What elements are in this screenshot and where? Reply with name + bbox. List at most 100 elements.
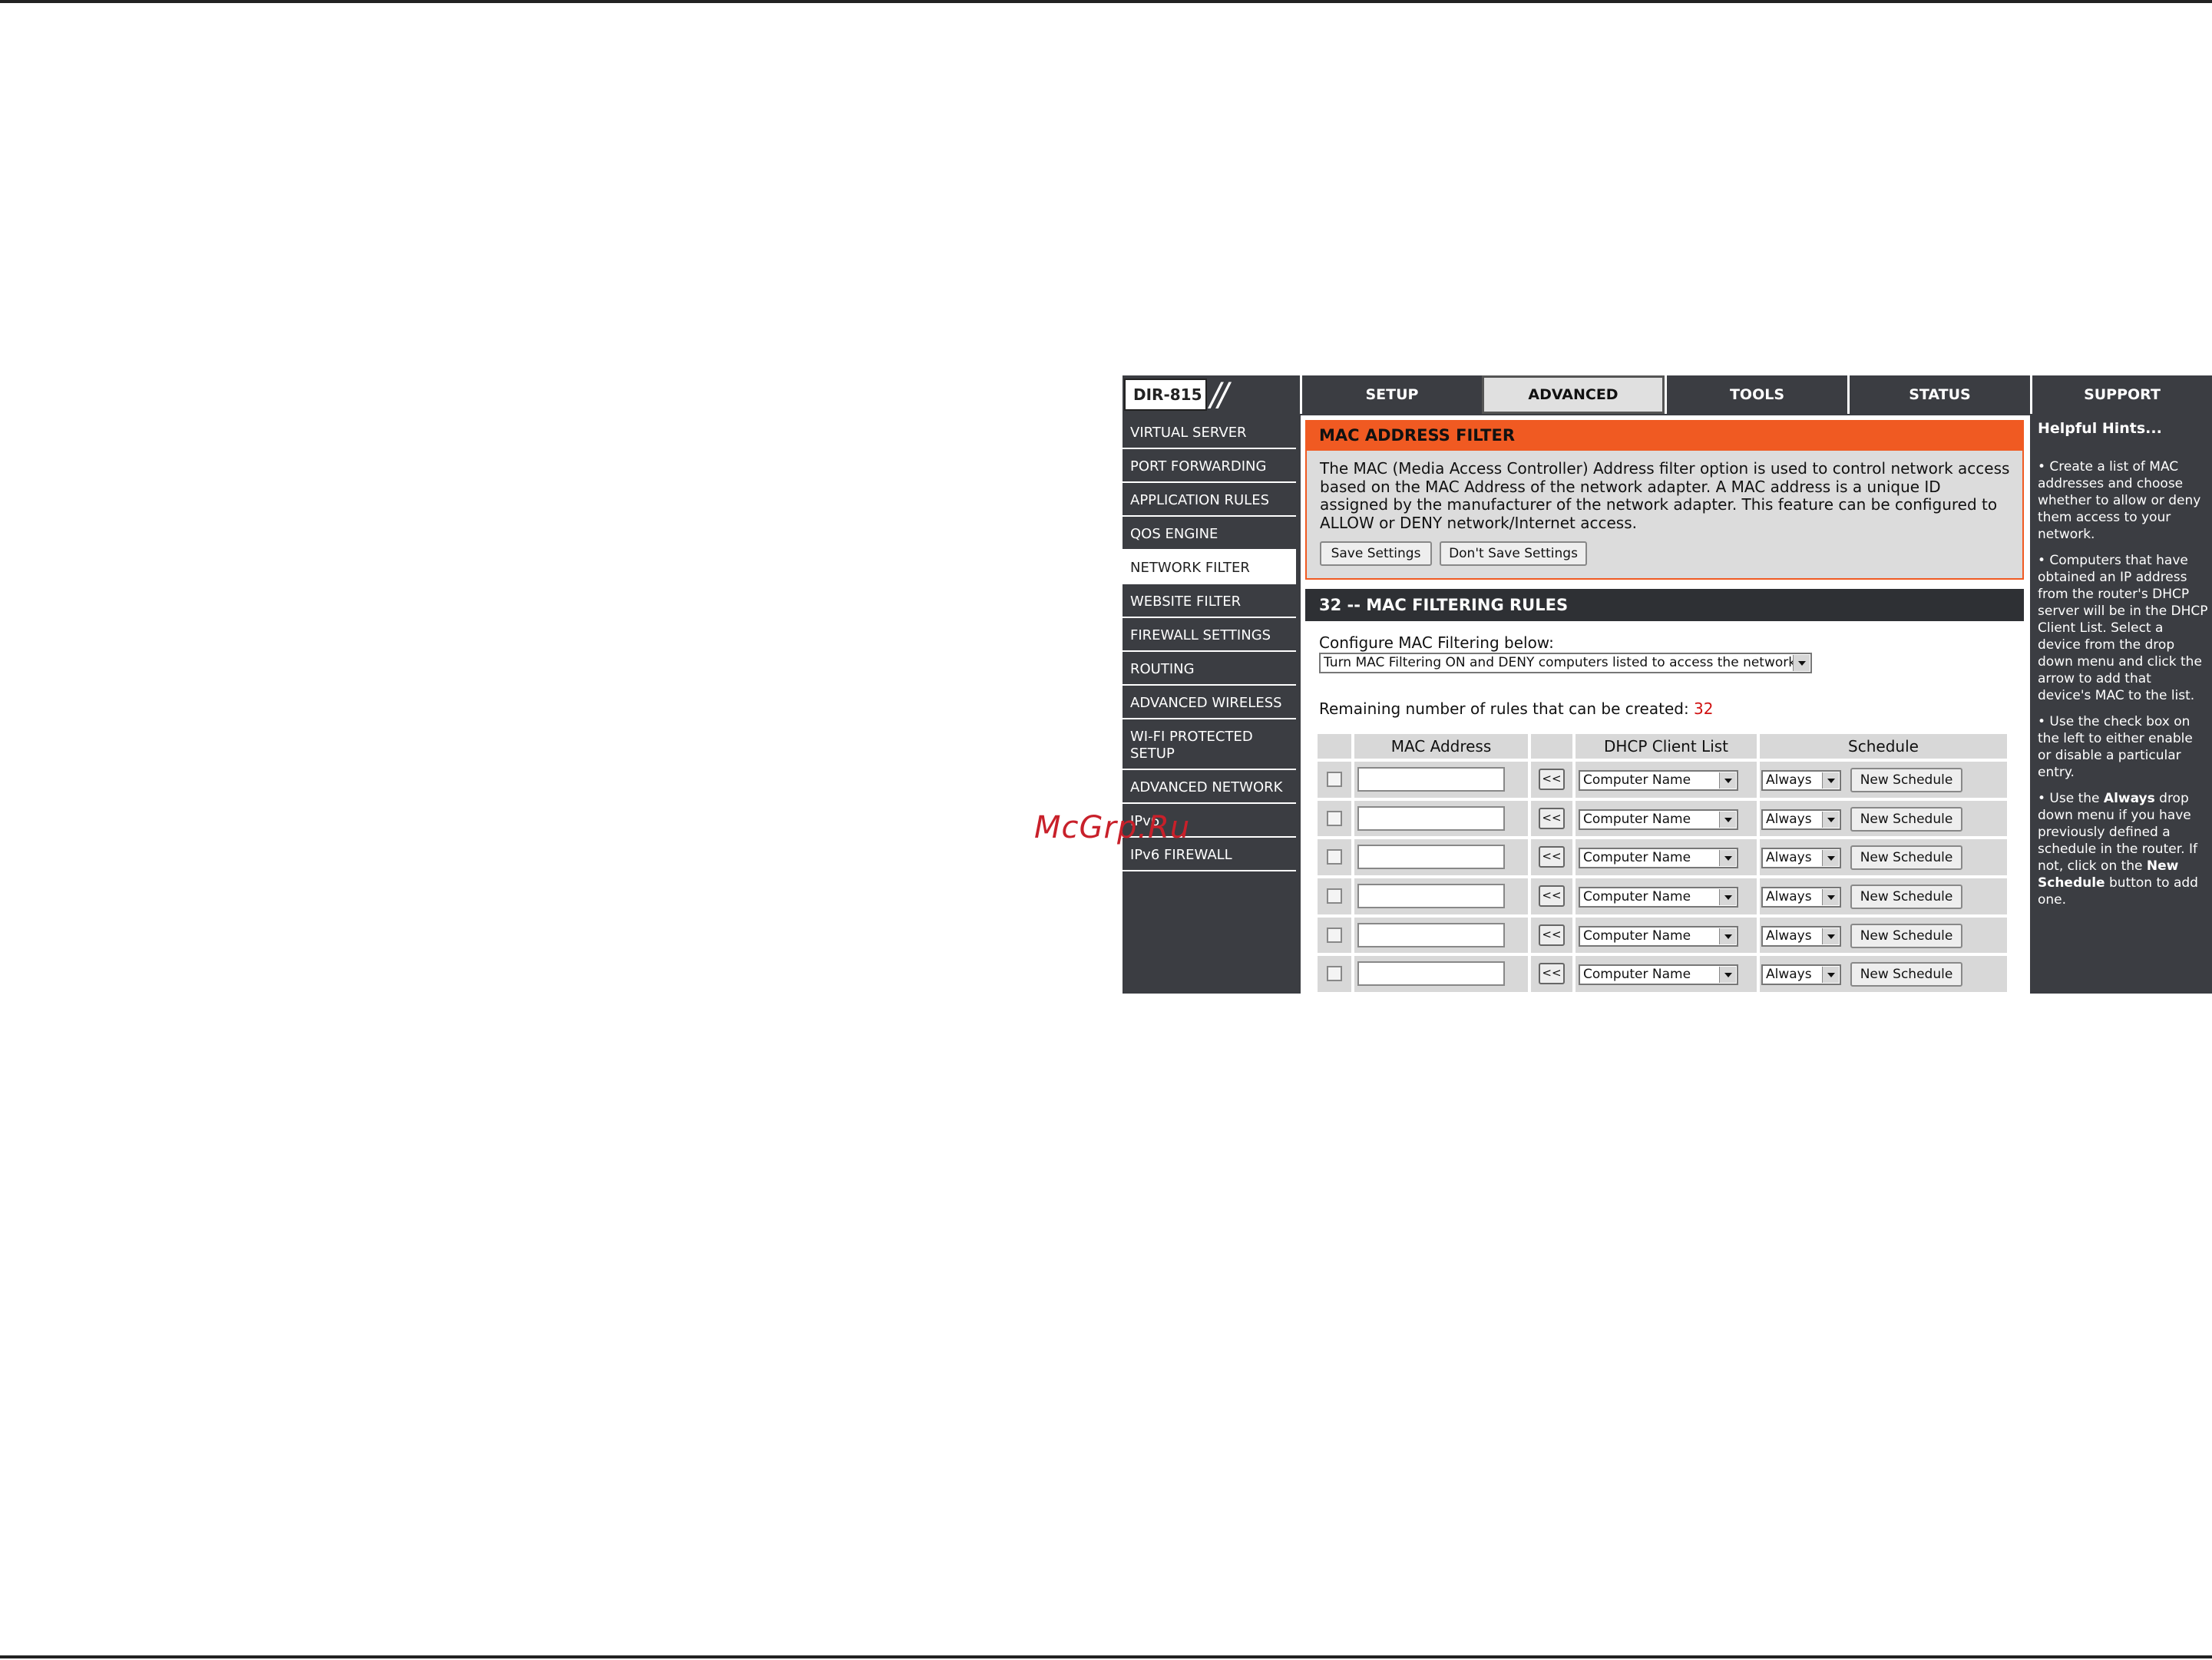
sidebar-item-routing[interactable]: ROUTING [1123, 652, 1296, 686]
enable-checkbox[interactable] [1327, 772, 1342, 787]
schedule-select[interactable]: Always [1761, 925, 1841, 947]
enable-checkbox[interactable] [1327, 927, 1342, 943]
new-schedule-button[interactable]: New Schedule [1850, 768, 1962, 792]
computer-name-select[interactable]: Computer Name [1579, 809, 1738, 830]
remaining-count: 32 [1694, 699, 1714, 718]
schedule-select[interactable]: Always [1761, 964, 1841, 986]
tab-support[interactable]: SUPPORT [2030, 375, 2212, 414]
hint-item: • Use the check box on the left to eithe… [2038, 714, 2193, 780]
dhcp-cell: Computer Name [1576, 800, 1757, 837]
sidebar: VIRTUAL SERVER PORT FORWARDING APPLICATI… [1123, 415, 1298, 994]
arrow-cell: << [1531, 956, 1572, 993]
tab-setup[interactable]: SETUP [1300, 375, 1482, 414]
mac-cell [1354, 762, 1528, 798]
model-logo: DIR-815 // [1124, 379, 1298, 411]
mac-cell [1354, 839, 1528, 876]
add-mac-arrow-button[interactable]: << [1539, 769, 1565, 790]
chevron-down-icon [1719, 811, 1736, 828]
sidebar-item-port-forwarding[interactable]: PORT FORWARDING [1123, 449, 1296, 483]
tab-advanced[interactable]: ADVANCED [1482, 375, 1665, 414]
mac-filter-mode-select[interactable]: Turn MAC Filtering ON and DENY computers… [1319, 653, 1812, 673]
check-cell [1318, 878, 1351, 914]
schedule-select[interactable]: Always [1761, 809, 1841, 830]
computer-name-value: Computer Name [1583, 889, 1691, 905]
sidebar-item-advanced-network[interactable]: ADVANCED NETWORK [1123, 770, 1296, 804]
save-settings-button[interactable]: Save Settings [1320, 541, 1432, 566]
enable-checkbox[interactable] [1327, 966, 1342, 982]
mac-address-input[interactable] [1357, 922, 1505, 947]
sidebar-item-virtual-server[interactable]: VIRTUAL SERVER [1123, 415, 1296, 449]
check-cell [1318, 800, 1351, 837]
enable-checkbox[interactable] [1327, 849, 1342, 865]
schedule-select[interactable]: Always [1761, 848, 1841, 869]
sidebar-item-application-rules[interactable]: APPLICATION RULES [1123, 483, 1296, 517]
router-ui: DIR-815 // SETUP ADVANCED TOOLS STATUS S… [1123, 375, 2212, 994]
schedule-select[interactable]: Always [1761, 887, 1841, 908]
add-mac-arrow-button[interactable]: << [1539, 846, 1565, 868]
table-row: << Computer Name Always New Schedule [1318, 760, 2007, 799]
header-arrow-cell [1531, 734, 1572, 759]
mac-address-input[interactable] [1357, 961, 1505, 987]
sidebar-item-website-filter[interactable]: WEBSITE FILTER [1123, 584, 1296, 618]
table-row: << Computer Name Always New Schedule [1318, 916, 2007, 955]
chevron-down-icon [1822, 850, 1839, 867]
new-schedule-button[interactable]: New Schedule [1850, 885, 1962, 910]
page-bottom-rule [0, 1655, 2212, 1658]
mac-address-input[interactable] [1357, 884, 1505, 909]
chevron-down-icon [1822, 967, 1839, 984]
new-schedule-button[interactable]: New Schedule [1850, 806, 1962, 832]
mac-address-input[interactable] [1357, 767, 1505, 792]
add-mac-arrow-button[interactable]: << [1539, 924, 1565, 946]
mac-filter-description: The MAC (Media Access Controller) Addres… [1320, 459, 2010, 532]
mac-address-input[interactable] [1357, 805, 1505, 831]
hint-bold: Always [2103, 791, 2155, 806]
table-row: << Computer Name Always New Schedule [1318, 838, 2007, 877]
computer-name-select[interactable]: Computer Name [1579, 925, 1738, 947]
configure-label: Configure MAC Filtering below: [1319, 633, 1554, 652]
computer-name-value: Computer Name [1583, 928, 1691, 944]
computer-name-select[interactable]: Computer Name [1579, 770, 1738, 791]
enable-checkbox[interactable] [1327, 888, 1342, 904]
enable-checkbox[interactable] [1327, 810, 1342, 826]
computer-name-select[interactable]: Computer Name [1579, 848, 1738, 869]
schedule-cell: Always New Schedule [1760, 956, 2007, 993]
computer-name-value: Computer Name [1583, 772, 1691, 788]
computer-name-value: Computer Name [1583, 967, 1691, 983]
tab-status[interactable]: STATUS [1847, 375, 2030, 414]
chevron-down-icon [1719, 889, 1736, 906]
sidebar-item-qos-engine[interactable]: QOS ENGINE [1123, 517, 1296, 551]
arrow-cell: << [1531, 917, 1572, 954]
dhcp-cell: Computer Name [1576, 839, 1757, 876]
mac-filter-mode-value: Turn MAC Filtering ON and DENY computers… [1324, 655, 1797, 670]
chevron-down-icon [1822, 772, 1839, 789]
add-mac-arrow-button[interactable]: << [1539, 807, 1565, 829]
mac-cell [1354, 800, 1528, 837]
schedule-cell: Always New Schedule [1760, 839, 2007, 876]
new-schedule-button[interactable]: New Schedule [1850, 923, 1962, 948]
dhcp-cell: Computer Name [1576, 917, 1757, 954]
rules-title: 32 -- MAC FILTERING RULES [1305, 589, 2024, 621]
schedule-value: Always [1766, 889, 1812, 905]
schedule-select[interactable]: Always [1761, 770, 1841, 791]
hint-text: • Use the [2038, 791, 2104, 806]
new-schedule-button[interactable]: New Schedule [1850, 962, 1962, 987]
mac-address-input[interactable] [1357, 845, 1505, 870]
sidebar-item-advanced-wireless[interactable]: ADVANCED WIRELESS [1123, 686, 1296, 719]
computer-name-select[interactable]: Computer Name [1579, 887, 1738, 908]
sidebar-item-firewall-settings[interactable]: FIREWALL SETTINGS [1123, 618, 1296, 652]
tab-tools[interactable]: TOOLS [1665, 375, 1847, 414]
mac-cell [1354, 917, 1528, 954]
new-schedule-button[interactable]: New Schedule [1850, 845, 1962, 871]
sidebar-item-network-filter[interactable]: NETWORK FILTER [1123, 551, 1296, 584]
arrow-cell: << [1531, 800, 1572, 837]
top-bar: DIR-815 // SETUP ADVANCED TOOLS STATUS S… [1123, 375, 2212, 414]
dont-save-settings-button[interactable]: Don't Save Settings [1440, 541, 1587, 566]
check-cell [1318, 762, 1351, 798]
header-dhcp: DHCP Client List [1576, 734, 1757, 759]
add-mac-arrow-button[interactable]: << [1539, 963, 1565, 985]
helpful-hints: Helpful Hints... • Create a list of MAC … [2033, 415, 2212, 994]
add-mac-arrow-button[interactable]: << [1539, 885, 1565, 908]
computer-name-select[interactable]: Computer Name [1579, 964, 1738, 986]
sidebar-item-wifi-protected-setup[interactable]: WI-FI PROTECTED SETUP [1123, 719, 1296, 770]
hint-item: • Create a list of MAC addresses and cho… [2038, 459, 2201, 542]
